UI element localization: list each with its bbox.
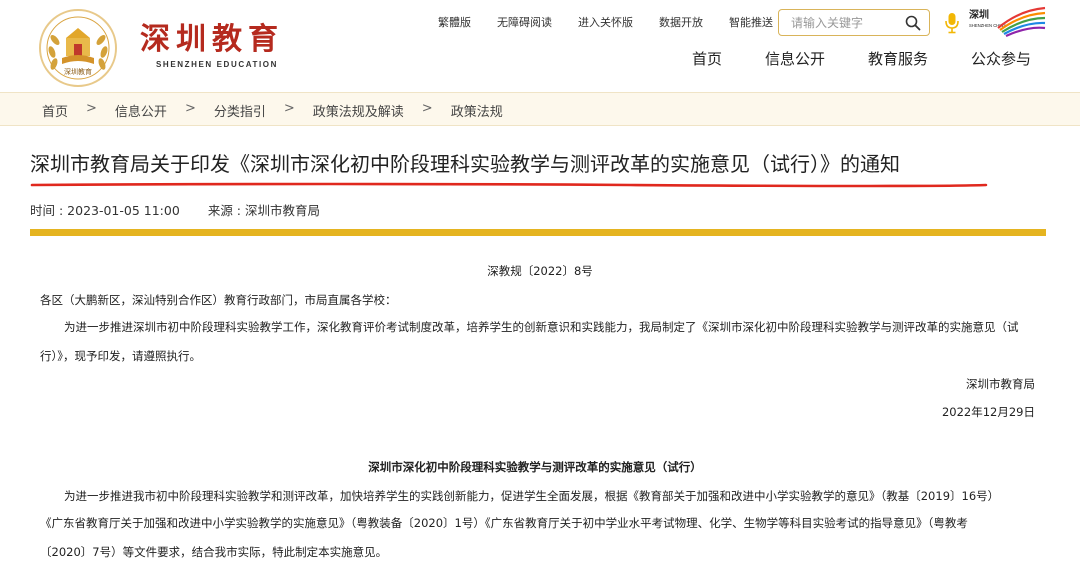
top-links: 繁體版 无障碍阅读 进入关怀版 数据开放 智能推送 [438,16,799,30]
logo-title: 深圳教育 [140,22,284,57]
breadcrumb-separator: > [86,101,97,116]
open-data-link[interactable]: 数据开放 [659,16,703,30]
breadcrumb-separator: > [184,101,196,116]
emblem-text: 深圳教育 [64,67,92,76]
breadcrumb-policy-regulations-interpretation[interactable]: 政策法规及解读 [313,101,404,120]
search-box [778,9,930,36]
body-paragraph-line: 〔2020〕7号）等文件要求，结合我市实际，特此制定本实施意见。 [40,545,388,559]
breadcrumb-policy-regulations[interactable]: 政策法规 [451,101,503,120]
traditional-chinese-link[interactable]: 繁體版 [438,16,471,30]
title-highlight-underline [30,182,988,188]
logo-subtitle: SHENZHEN EDUCATION [156,60,278,69]
emblem-logo-icon[interactable]: 深圳教育 [38,8,118,88]
elderly-care-link[interactable]: 进入关怀版 [578,16,633,30]
search-icon[interactable] [905,15,921,31]
body-paragraph-line: 为进一步推进我市初中阶段理科实验教学和测评改革，加快培养学生的实践创新能力，促进… [64,489,1000,503]
site-logo[interactable]: 深圳教育 SHENZHEN EDUCATION [140,22,284,69]
body-paragraph-line: 《广东省教育厅关于加强和改进中小学实验教学的实施意见》（粤教装备〔2020〕1号… [40,516,968,530]
search-input[interactable] [779,10,889,35]
accessibility-link[interactable]: 无障碍阅读 [497,16,552,30]
publish-time: 时间 : 2023-01-05 11:00 [30,203,180,218]
microphone-icon[interactable] [944,12,960,34]
smart-push-link[interactable]: 智能推送 [729,16,773,30]
nav-home[interactable]: 首页 [692,50,722,68]
brand-logo-cn: 深圳 [969,8,989,21]
breadcrumb-category-guide[interactable]: 分类指引 [214,101,266,120]
article-title: 深圳市教育局关于印发《深圳市深化初中阶段理科实验教学与测评改革的实施意见（试行）… [30,152,900,176]
nav-education-services[interactable]: 教育服务 [868,50,928,68]
site-header: 深圳教育 深圳教育 SHENZHEN EDUCATION 繁體版 无障碍阅读 进… [0,0,1080,92]
body-paragraph-line: 行）》，现予印发，请遵照执行。 [40,349,201,363]
nav-public-participation[interactable]: 公众参与 [971,50,1031,68]
article-source: 来源 : 深圳市教育局 [207,203,320,218]
signature: 深圳市教育局 [966,377,1035,391]
breadcrumb-home[interactable]: 首页 [42,101,68,120]
breadcrumb-info-disclosure[interactable]: 信息公开 [115,101,167,120]
title-divider [30,229,1046,236]
document-number: 深教规〔2022〕8号 [487,264,593,278]
body-paragraph-line: 为进一步推进深圳市初中阶段理科实验教学工作，深化教育评价考试制度改革，培养学生的… [64,320,1019,334]
addressee: 各区（大鹏新区，深汕特别合作区）教育行政部门，市局直属各学校： [40,293,397,307]
attachment-title: 深圳市深化初中阶段理科实验教学与测评改革的实施意见（试行） [368,460,702,474]
shenzhen-china-logo[interactable]: 深圳 SHENZHEN CHINA [968,6,1046,38]
breadcrumb: 首页 > 信息公开 > 分类指引 > 政策法规及解读 > 政策法规 [42,101,503,120]
signature-date: 2022年12月29日 [941,405,1035,419]
breadcrumb-separator: > [283,101,295,116]
article-meta: 时间 : 2023-01-05 11:00 来源 : 深圳市教育局 [30,200,320,219]
breadcrumb-separator: > [421,101,433,116]
breadcrumb-bar: 首页 > 信息公开 > 分类指引 > 政策法规及解读 > 政策法规 [0,92,1080,126]
main-nav: 首页 信息公开 教育服务 公众参与 [692,50,1074,68]
nav-info-disclosure[interactable]: 信息公开 [765,50,825,68]
